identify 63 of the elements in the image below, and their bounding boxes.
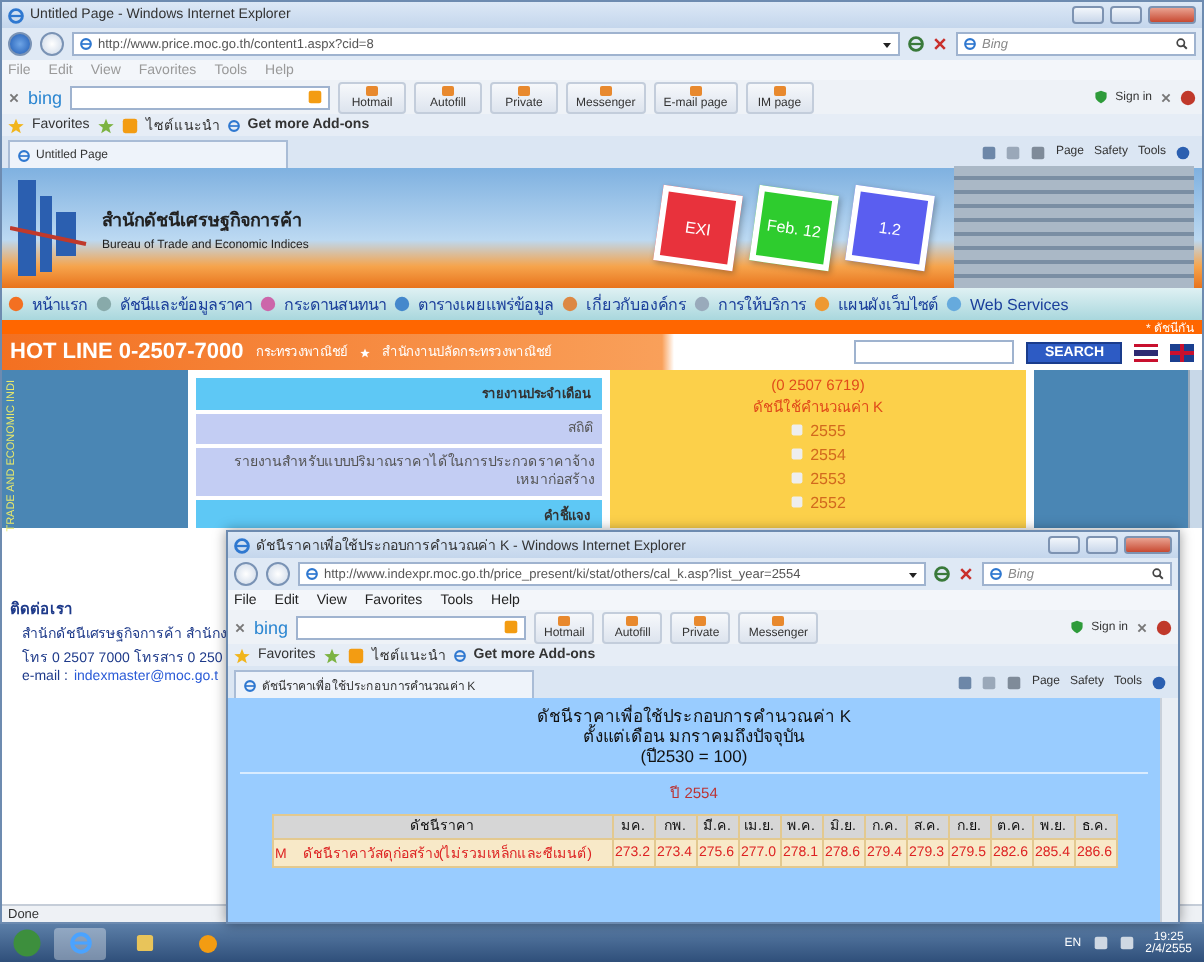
uk-flag-icon[interactable] (1170, 343, 1194, 361)
browser-icon (8, 7, 24, 23)
browser-icon (234, 537, 250, 553)
close-button[interactable] (1124, 536, 1172, 554)
nav-link[interactable]: กระดานสนทนา (284, 291, 386, 317)
star-icon (8, 117, 24, 133)
toolbar-search-field[interactable] (70, 85, 331, 109)
page-heading: ตั้งแต่เดือน มกราคมถึงปัจจุบัน (582, 726, 806, 746)
maximize-button[interactable] (1086, 536, 1118, 554)
close-icon (1136, 621, 1148, 633)
page-heading: ดัชนีราคาเพื่อใช้ประกอบการคำนวณค่า K (536, 706, 852, 726)
forward-button[interactable] (40, 32, 64, 56)
page-icon (227, 119, 240, 131)
date-tile: Feb. 12 (749, 184, 839, 272)
forward-button[interactable] (266, 562, 290, 586)
browser-icon (69, 932, 91, 954)
dropdown-icon (882, 39, 892, 49)
nav-link[interactable]: หน้าแรก (32, 291, 88, 317)
hotline-text: HOT LINE 0-2507-7000 (10, 340, 244, 364)
logo-text: สำนักดัชนีเศรษฐกิจการค้า (102, 207, 304, 233)
minimize-button[interactable] (1048, 536, 1080, 554)
toolbar-search-field[interactable] (296, 615, 527, 639)
nav-link[interactable]: ดัชนีและข้อมูลราคา (120, 291, 252, 317)
nav-link[interactable]: เกี่ยวกับองค์กร (586, 291, 686, 317)
page-icon (306, 568, 318, 580)
date-tile: EXI (653, 184, 743, 272)
star-icon (234, 647, 250, 663)
back-button[interactable] (234, 562, 258, 586)
close-icon (8, 91, 20, 103)
bing-icon (990, 568, 1002, 580)
nav-link[interactable]: Web Services (970, 295, 1069, 313)
page-icon (453, 649, 466, 661)
maximize-button[interactable] (1110, 6, 1142, 24)
thailand-flag-icon[interactable] (1134, 343, 1158, 361)
scrollbar[interactable] (1188, 370, 1202, 533)
star-icon (97, 117, 114, 133)
minimize-button[interactable] (1072, 6, 1104, 24)
logo-icon (10, 176, 90, 280)
close-icon (234, 621, 246, 633)
shield-icon (1093, 90, 1108, 104)
shield-icon (1069, 620, 1084, 634)
star-icon (323, 647, 340, 663)
date-tile: 1.2 (845, 184, 935, 272)
refresh-icon (908, 36, 924, 52)
nav-link[interactable]: ตารางเผยแพร่ข้อมูล (418, 291, 554, 317)
close-icon (1160, 91, 1172, 103)
page-icon (244, 679, 256, 691)
close-button[interactable] (1148, 6, 1196, 24)
back-button[interactable] (8, 32, 32, 56)
bing-logo: bing (254, 617, 289, 637)
stop-icon (932, 36, 948, 52)
nav-link[interactable]: การให้บริการ (718, 291, 806, 317)
page-icon (18, 149, 30, 161)
refresh-icon (934, 566, 950, 582)
site-search-field[interactable] (854, 340, 1015, 364)
scrollbar[interactable] (1160, 698, 1178, 922)
bing-logo: bing (28, 87, 63, 107)
page-icon (80, 38, 92, 50)
nav-link[interactable]: แผนผังเว็บไซต์ (838, 291, 938, 317)
bing-icon (964, 38, 976, 50)
stop-icon (958, 566, 974, 582)
page-heading: (ปี2530 = 100) (640, 746, 748, 766)
dropdown-icon (908, 569, 918, 579)
